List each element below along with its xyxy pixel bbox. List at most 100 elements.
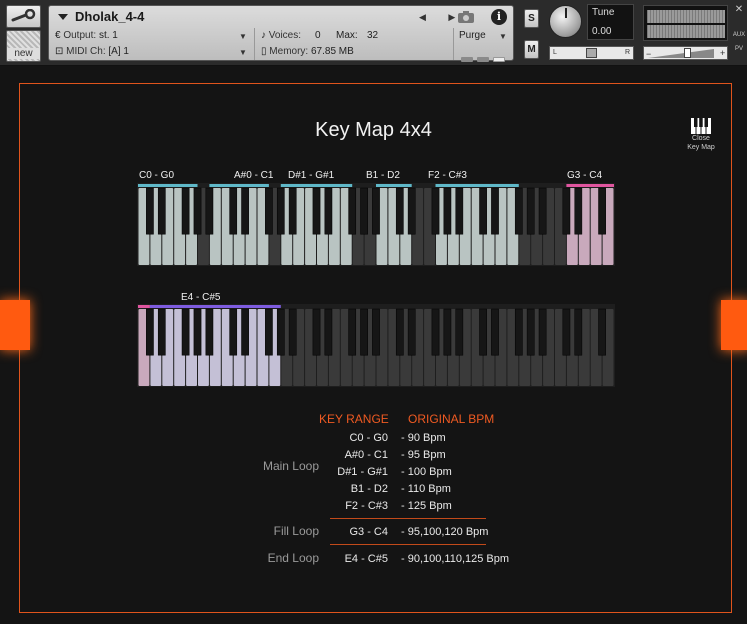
black-key[interactable] [276, 308, 285, 356]
black-key[interactable] [538, 187, 547, 235]
wrench-button[interactable] [6, 5, 41, 28]
black-key[interactable] [455, 308, 464, 356]
black-key[interactable] [265, 308, 273, 356]
black-key[interactable] [491, 187, 499, 235]
black-key[interactable] [538, 308, 547, 356]
volume-slider-thumb[interactable] [684, 48, 691, 58]
zone-strip [376, 184, 412, 187]
black-key[interactable] [514, 187, 523, 235]
camera-icon[interactable] [457, 10, 475, 24]
black-key[interactable] [574, 187, 583, 235]
black-key[interactable] [598, 187, 606, 235]
black-key[interactable] [431, 187, 440, 235]
black-key[interactable] [431, 308, 440, 356]
black-key[interactable] [193, 308, 202, 356]
memory-icon: ▯ [261, 46, 267, 57]
info-icon[interactable]: i [491, 9, 507, 25]
black-key[interactable] [574, 308, 583, 356]
column-original-bpm: ORIGINAL BPM [408, 412, 495, 426]
black-key[interactable] [372, 308, 380, 356]
black-key[interactable] [348, 308, 357, 356]
black-key[interactable] [491, 308, 499, 356]
end-row-range: E4 - C#5 [344, 553, 388, 565]
black-key[interactable] [276, 187, 285, 235]
black-key[interactable] [348, 187, 357, 235]
black-key[interactable] [526, 187, 535, 235]
black-key[interactable] [312, 187, 321, 235]
tune-value[interactable]: 0.00 [592, 26, 611, 37]
black-key[interactable] [443, 187, 452, 235]
volume-slider[interactable] [643, 46, 728, 60]
black-key[interactable] [157, 187, 166, 235]
black-key[interactable] [407, 308, 416, 356]
black-key[interactable] [360, 308, 368, 356]
pan-slider-thumb[interactable] [586, 48, 597, 58]
aux-button[interactable]: AUX [731, 32, 747, 46]
purge-dropdown-icon[interactable]: ▼ [499, 32, 507, 41]
black-key[interactable] [288, 308, 297, 356]
column-key-range: KEY RANGE [319, 412, 389, 426]
black-key[interactable] [205, 187, 214, 235]
midi-row[interactable]: ⊡ MIDI Ch: [A] 1 [55, 46, 129, 57]
new-button[interactable]: new [6, 30, 41, 62]
black-key[interactable] [360, 187, 368, 235]
side-tags: ✕ AUX PV [731, 4, 747, 60]
output-dropdown-icon[interactable]: ▼ [239, 32, 247, 41]
volume-plus[interactable]: + [720, 48, 725, 58]
black-key[interactable] [479, 308, 487, 356]
black-key[interactable] [443, 308, 452, 356]
black-key[interactable] [157, 308, 166, 356]
main-row-1-range: C0 - G0 [349, 432, 388, 444]
main-row-1-bpm: - 90 Bpm [401, 432, 446, 444]
black-key[interactable] [526, 308, 535, 356]
black-key[interactable] [324, 308, 333, 356]
end-row-bpm: - 90,100,110,125 Bpm [401, 553, 510, 565]
black-key[interactable] [229, 187, 238, 235]
black-key[interactable] [598, 308, 606, 356]
black-key[interactable] [241, 308, 249, 356]
black-key[interactable] [407, 187, 416, 235]
black-key[interactable] [146, 187, 154, 235]
instrument-name[interactable]: Dholak_4-4 [75, 9, 144, 24]
black-key[interactable] [146, 308, 154, 356]
table-divider [330, 518, 486, 519]
collapse-arrow-icon[interactable] [58, 14, 68, 20]
volume-minus[interactable]: − [646, 49, 651, 59]
max-value[interactable]: 32 [367, 30, 378, 41]
mute-button[interactable]: M [524, 40, 539, 59]
black-key[interactable] [312, 308, 321, 356]
close-instrument-icon[interactable]: ✕ [731, 4, 747, 18]
voices-value: 0 [315, 30, 321, 41]
voices-icon: ♪ [261, 30, 266, 41]
pan-slider[interactable]: L R [549, 46, 634, 60]
black-key[interactable] [395, 308, 404, 356]
pv-button[interactable]: PV [731, 46, 747, 60]
fill-row-range: G3 - C4 [349, 526, 388, 538]
black-key[interactable] [181, 308, 190, 356]
black-key[interactable] [181, 187, 190, 235]
midi-dropdown-icon[interactable]: ▼ [239, 48, 247, 57]
black-key[interactable] [288, 187, 297, 235]
black-key[interactable] [562, 187, 571, 235]
black-key[interactable] [455, 187, 464, 235]
instrument-panel: Dholak_4-4 ◀ ▶ i € Output: st. 1 ▼ ⊡ MID… [48, 5, 514, 62]
black-key[interactable] [205, 308, 214, 356]
black-key[interactable] [395, 187, 404, 235]
zone-strip [280, 184, 353, 187]
black-key[interactable] [241, 187, 249, 235]
output-row[interactable]: € Output: st. 1 [55, 30, 118, 41]
black-key[interactable] [372, 187, 380, 235]
instrument-header: new Dholak_4-4 ◀ ▶ i € Output: st. 1 ▼ ⊡… [0, 0, 747, 66]
black-key[interactable] [193, 187, 202, 235]
black-key[interactable] [514, 308, 523, 356]
black-key[interactable] [265, 187, 273, 235]
black-key[interactable] [229, 308, 238, 356]
black-key[interactable] [324, 187, 333, 235]
divider [453, 28, 454, 60]
solo-button[interactable]: S [524, 9, 539, 28]
zone-strip [209, 184, 269, 187]
black-key[interactable] [479, 187, 487, 235]
tune-knob[interactable] [549, 5, 582, 38]
purge-menu[interactable]: Purge [459, 30, 486, 41]
black-key[interactable] [562, 308, 571, 356]
